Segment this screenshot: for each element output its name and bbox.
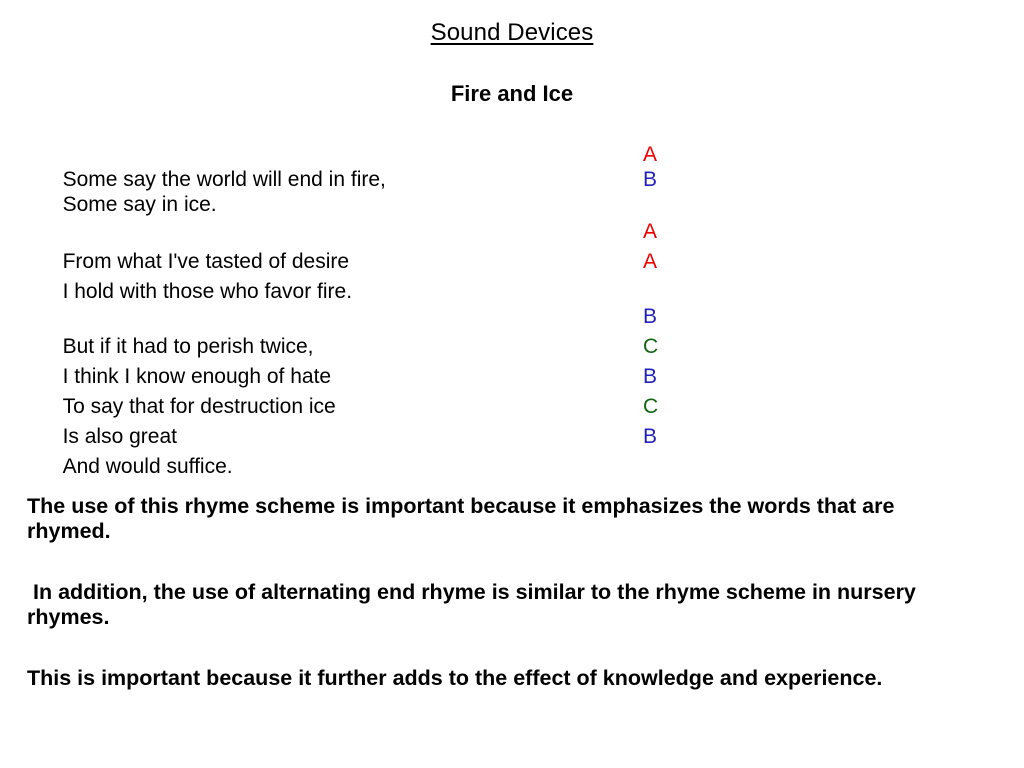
poem-line-text: I hold with those who favor fire. bbox=[62, 280, 353, 303]
page-title: Sound Devices bbox=[430, 19, 594, 46]
rhyme-scheme-letter: B bbox=[643, 425, 658, 448]
poem-line: Is also great C bbox=[27, 392, 987, 448]
poem-line: I hold with those who favor fire. A bbox=[27, 247, 987, 303]
poem-line: To say that for destruction ice B bbox=[27, 362, 987, 418]
rhyme-scheme-letter: B bbox=[643, 305, 658, 328]
poem-line-text: Some say in ice. bbox=[62, 193, 217, 216]
rhyme-scheme-letter: B bbox=[643, 168, 658, 191]
stanza: Some say the world will end in fire, A S… bbox=[27, 142, 987, 216]
poem-line: From what I've tasted of desire A bbox=[27, 217, 987, 273]
commentary-note-3: This is important because it further add… bbox=[27, 666, 883, 690]
poem-line: But if it had to perish twice, B bbox=[27, 302, 987, 358]
poem-title: Fire and Ice bbox=[450, 81, 574, 106]
commentary-note-2: In addition, the use of alternating end … bbox=[27, 580, 922, 629]
commentary-note-1: The use of this rhyme scheme is importan… bbox=[27, 494, 901, 543]
poem-line: Some say in ice. B bbox=[27, 167, 987, 216]
stanza: But if it had to perish twice, B I think… bbox=[27, 302, 987, 478]
slide-canvas: Sound Devices Fire and Ice Some say the … bbox=[0, 0, 1024, 768]
rhyme-scheme-letter: A bbox=[643, 220, 658, 243]
poem-line: I think I know enough of hate C bbox=[27, 332, 987, 388]
poem-body: Some say the world will end in fire, A S… bbox=[27, 142, 987, 478]
commentary-block: The use of this rhyme scheme is importan… bbox=[27, 494, 985, 714]
rhyme-scheme-letter: A bbox=[643, 143, 658, 166]
rhyme-scheme-letter: C bbox=[643, 335, 659, 358]
poem-line-text: And would suffice. bbox=[62, 455, 233, 478]
rhyme-scheme-letter: A bbox=[643, 250, 658, 273]
stanza: From what I've tasted of desire A I hold… bbox=[27, 217, 987, 303]
rhyme-scheme-letter: B bbox=[643, 365, 658, 388]
rhyme-scheme-letter: C bbox=[643, 395, 659, 418]
poem-line: And would suffice. B bbox=[27, 422, 987, 478]
poem-line: Some say the world will end in fire, A bbox=[27, 142, 987, 191]
